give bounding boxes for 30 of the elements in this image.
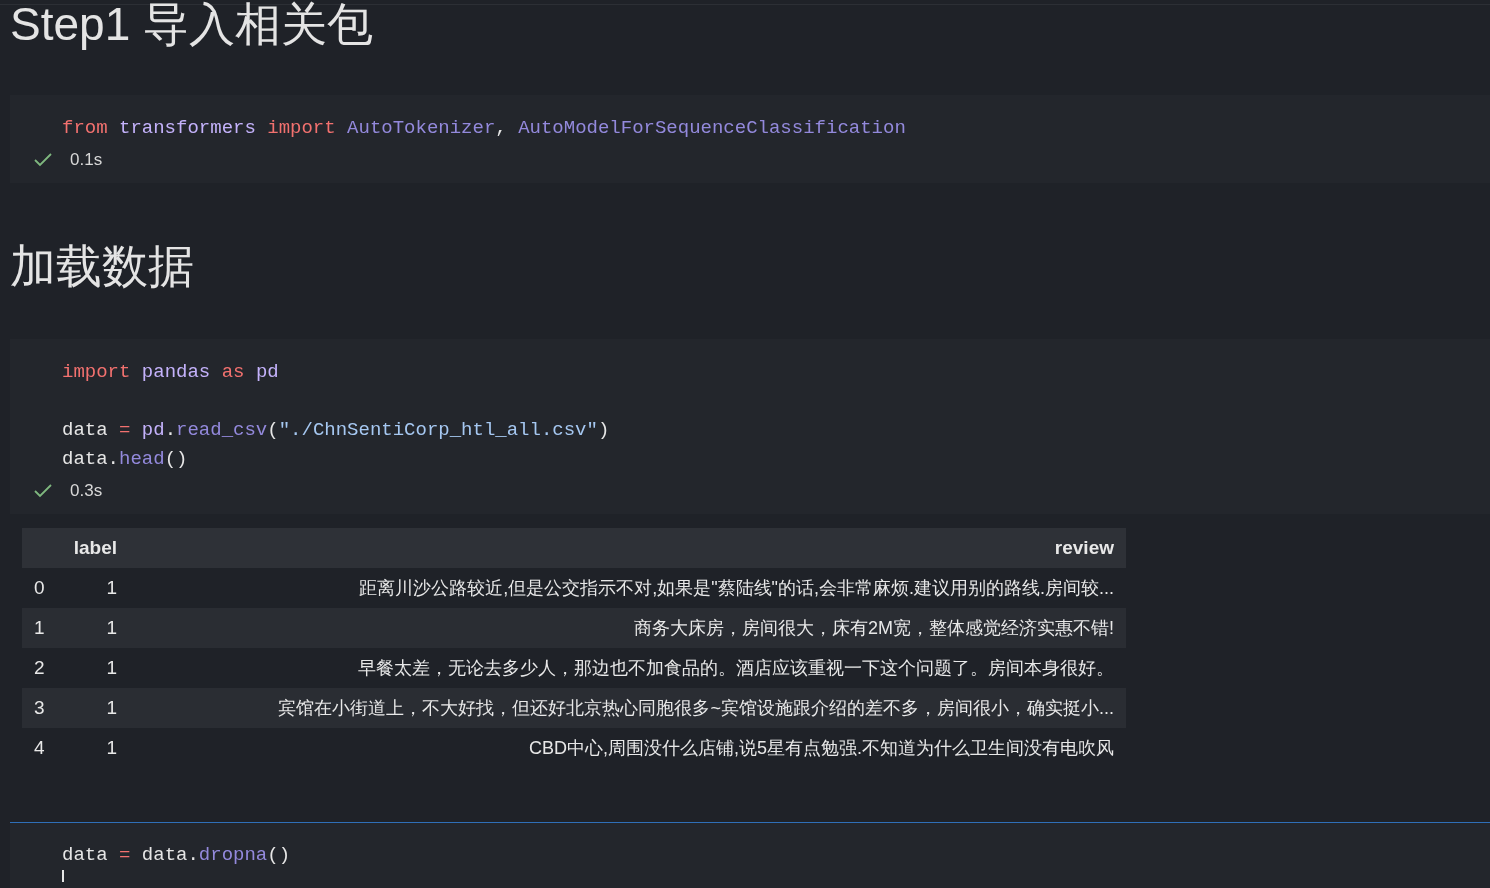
text-caret bbox=[62, 870, 64, 882]
table-cell-text: 1 bbox=[105, 695, 118, 720]
table-cell-text: 宾馆在小街道上，不大好找，但还好北京热心同胞很多~宾馆设施跟介绍的差不多，房间很小，确实挺小... bbox=[277, 696, 1115, 720]
row-index: 0 bbox=[33, 575, 46, 600]
code-cell[interactable]: import pandas as pd data = pd.read_csv("./ChnSentiCorp_htl_all.csv") data.head() 0.3s bbox=[10, 339, 1490, 514]
heading: Step1 导入相关包 bbox=[9, 0, 373, 51]
code-cell[interactable]: data = data.dropna() bbox=[10, 822, 1490, 888]
row-index: 3 bbox=[33, 695, 46, 720]
table-cell-text: 1 bbox=[105, 575, 118, 600]
table-cell-text: 商务大床房，房间很大，床有2M宽，整体感觉经济实惠不错! bbox=[633, 616, 1115, 640]
row-index: 1 bbox=[33, 615, 46, 640]
column-header: label bbox=[72, 535, 118, 560]
table-cell-text: 1 bbox=[105, 615, 118, 640]
code-line: data = pd.read_csv("./ChnSentiCorp_htl_all.csv") bbox=[62, 418, 610, 443]
execution-time: 0.1s bbox=[70, 149, 103, 172]
code-line: from transformers import AutoTokenizer, AutoModelForSequenceClassification bbox=[62, 116, 906, 141]
table-cell-text: 1 bbox=[105, 655, 118, 680]
table-cell-text: CBD中心,周围没什么店铺,说5星有点勉强.不知道为什么卫生间没有电吹风 bbox=[527, 736, 1115, 760]
row-index: 4 bbox=[33, 735, 46, 760]
table-cell-text: 距离川沙公路较近,但是公交指示不对,如果是"蔡陆线"的话,会非常麻烦.建议用别的路线.房间较... bbox=[358, 576, 1115, 600]
table-cell-text: 1 bbox=[105, 735, 118, 760]
code-line: data.head() bbox=[62, 447, 188, 472]
code-cell[interactable]: from transformers import AutoTokenizer, AutoModelForSequenceClassification 0.1s bbox=[10, 95, 1490, 183]
column-header: review bbox=[1053, 535, 1115, 560]
code-line: import pandas as pd bbox=[62, 360, 279, 385]
execution-time: 0.3s bbox=[70, 480, 103, 503]
code-line: data = data.dropna() bbox=[62, 843, 291, 868]
heading: 加载数据 bbox=[9, 239, 194, 293]
row-index: 2 bbox=[33, 655, 46, 680]
table-cell-text: 早餐太差，无论去多少人，那边也不加食品的。酒店应该重视一下这个问题了。房间本身很好。 bbox=[357, 656, 1115, 680]
